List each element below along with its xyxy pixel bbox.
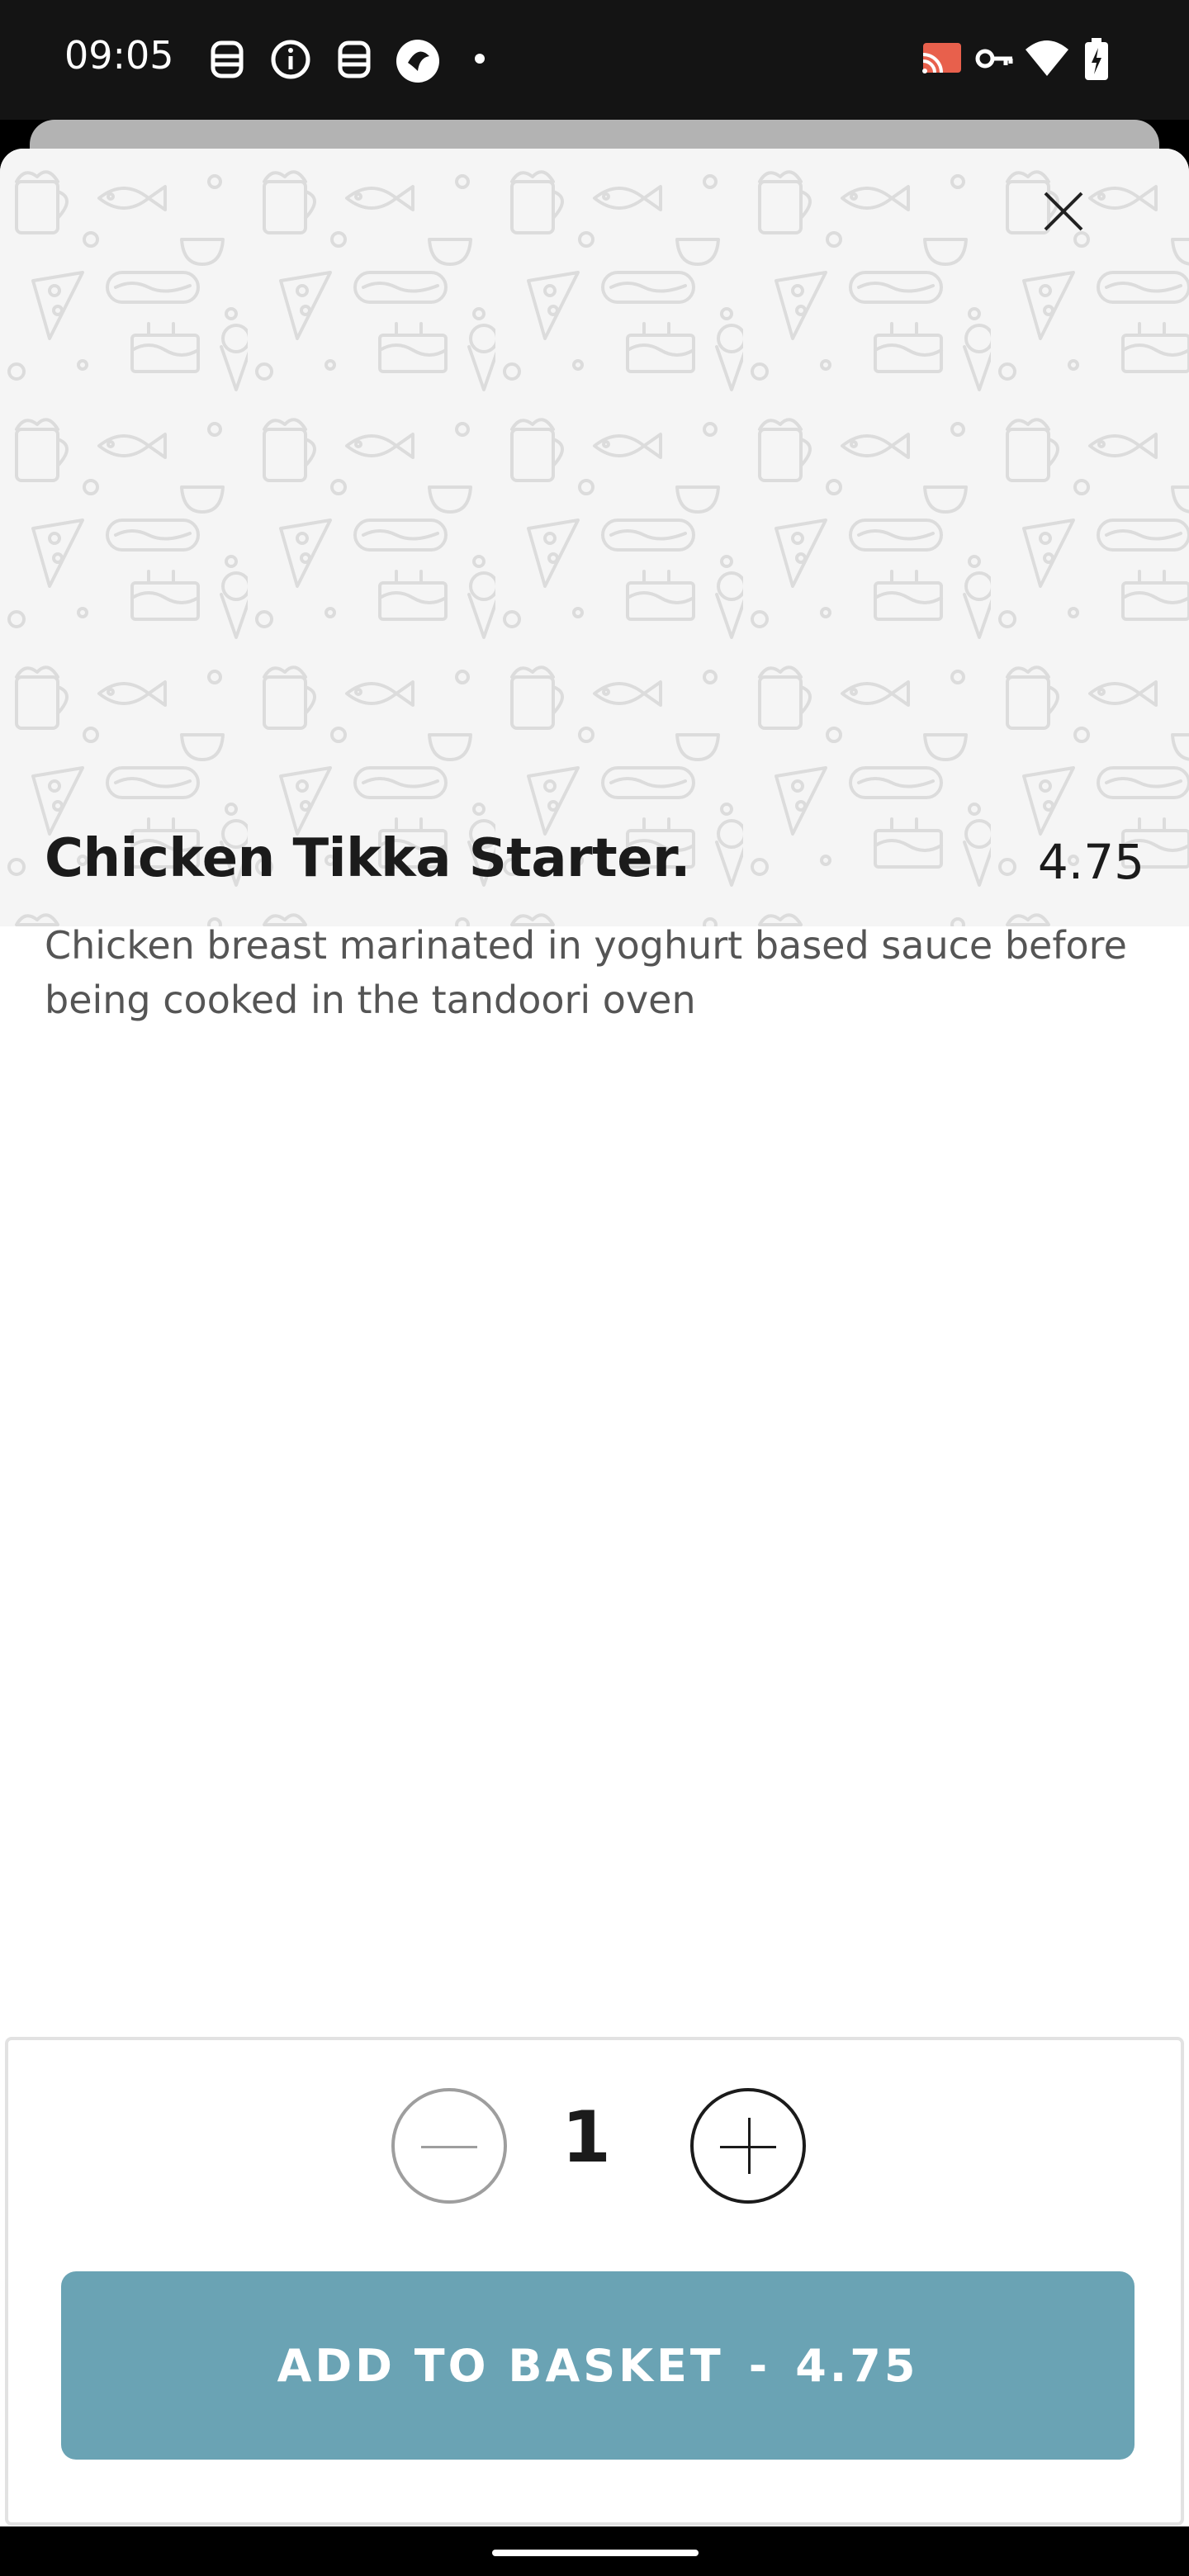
item-title: Chicken Tikka Starter. [45, 828, 690, 889]
increase-quantity-button[interactable] [690, 2088, 806, 2204]
add-to-basket-separator: - [748, 2339, 771, 2392]
info-icon [269, 38, 312, 81]
item-price: 4.75 [1037, 834, 1144, 890]
cast-icon [920, 38, 964, 81]
status-time: 09:05 [64, 33, 174, 78]
decrease-quantity-button[interactable] [391, 2088, 507, 2204]
wifi-icon [1024, 38, 1070, 81]
item-description: Chicken breast marinated in yoghurt base… [45, 923, 1127, 1022]
key-icon [974, 38, 1016, 81]
food-doodle-pattern [0, 149, 1189, 926]
gesture-navigation-handle[interactable] [492, 2550, 699, 2556]
order-action-panel: 1 ADD TO BASKET - 4.75 [5, 2037, 1184, 2526]
quantity-value: 1 [561, 2096, 611, 2179]
app-icon [395, 38, 441, 83]
notification-icon [208, 38, 246, 81]
battery-charging-icon [1083, 38, 1110, 81]
dot-icon [474, 53, 486, 96]
status-bar: 09:05 [0, 0, 1189, 120]
item-image-placeholder [0, 149, 1189, 926]
add-to-basket-button[interactable]: ADD TO BASKET - 4.75 [61, 2271, 1135, 2460]
add-to-basket-label: ADD TO BASKET [277, 2339, 724, 2392]
add-to-basket-price: 4.75 [795, 2339, 919, 2392]
close-icon [1044, 192, 1083, 231]
close-button[interactable] [1042, 190, 1125, 272]
notification-icon [335, 38, 373, 81]
